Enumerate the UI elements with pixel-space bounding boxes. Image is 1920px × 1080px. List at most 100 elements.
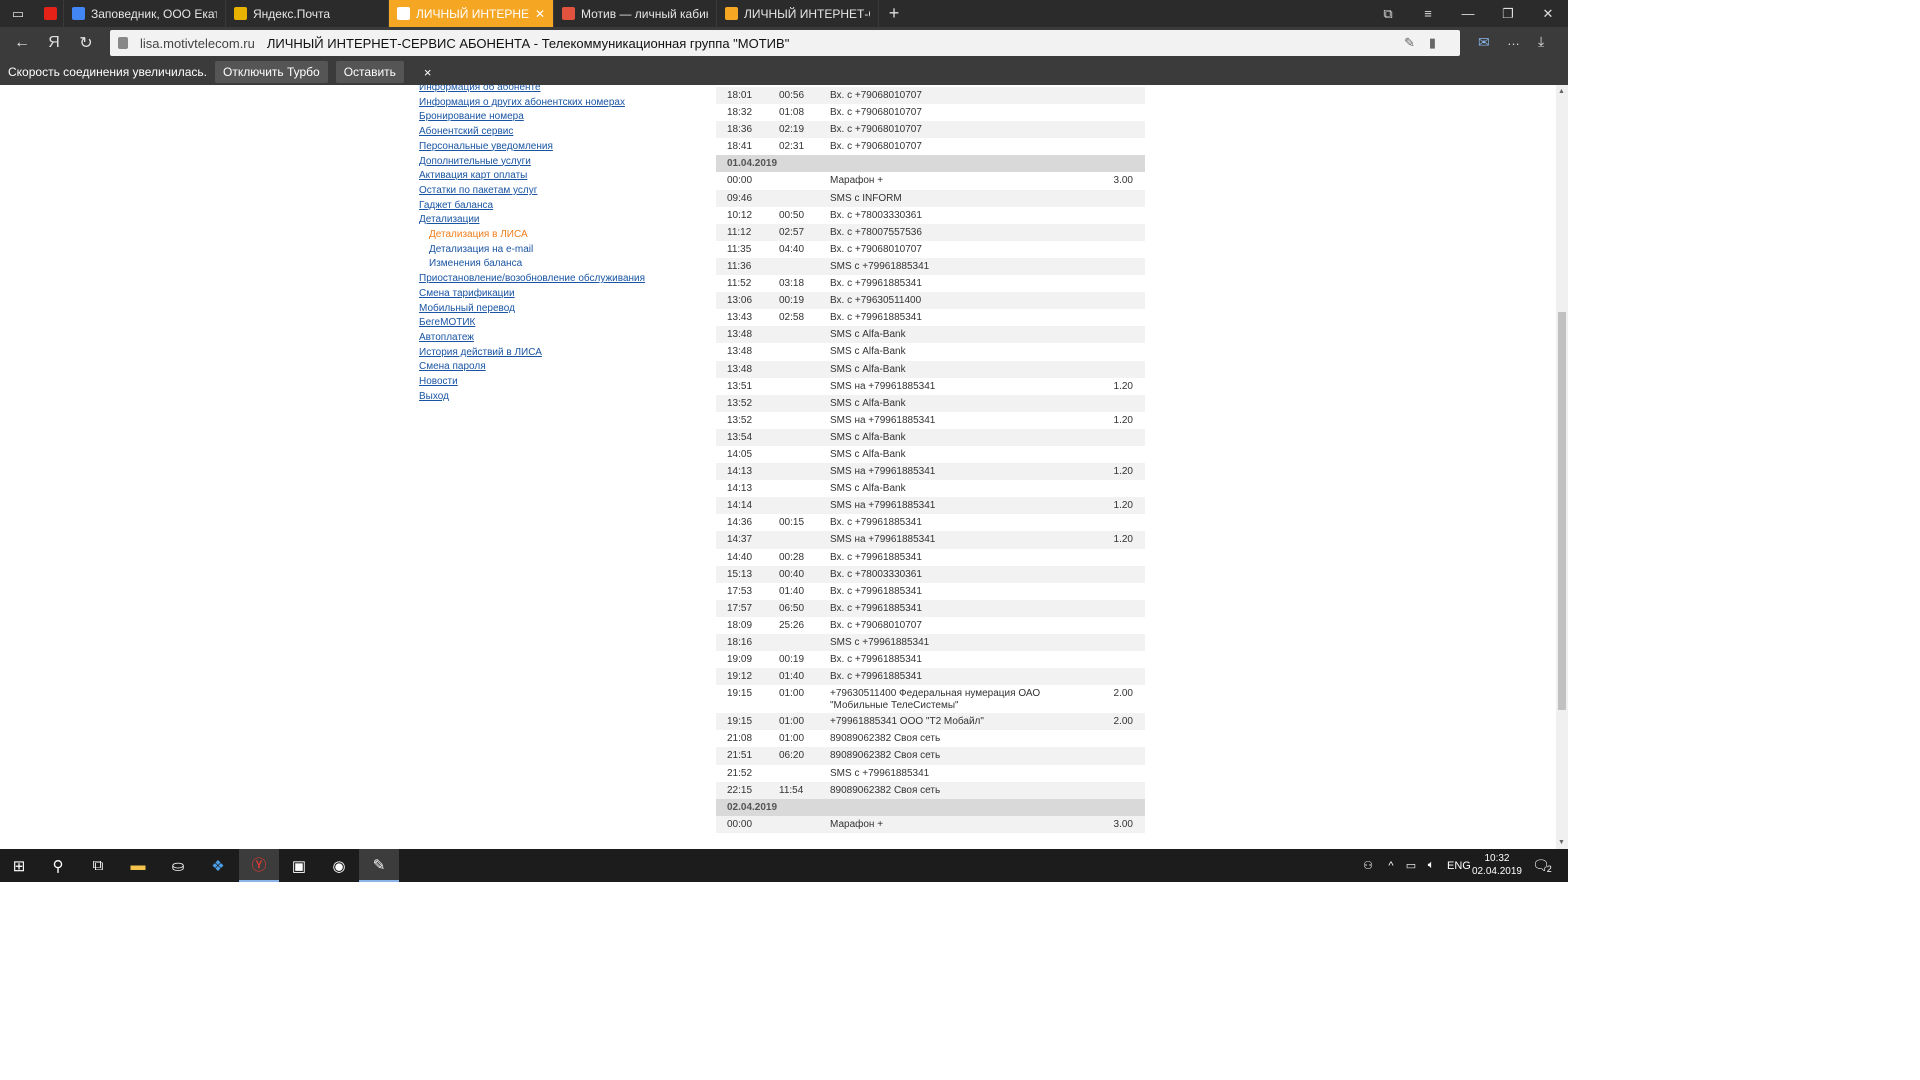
- menu-link[interactable]: Детализация на e-mail: [419, 243, 645, 258]
- tabs-panel-icon[interactable]: ▭: [0, 6, 36, 22]
- search-icon[interactable]: ⚲: [38, 849, 78, 882]
- taskbar: ⊞ ⚲ ⧉ ▬ ⛀ ❖ Ⓨ ▣ ◉ ✎ ⚇ ^ ▭ 🔈︎ ENG 10:32 0…: [0, 849, 1568, 882]
- menu-link[interactable]: Автоплатеж: [419, 331, 645, 346]
- lock-icon[interactable]: [118, 37, 128, 49]
- minimize-button[interactable]: —: [1448, 6, 1488, 21]
- cell-description: Вх. с +79961885341: [830, 585, 922, 597]
- cell-description: Марафон +: [830, 175, 884, 187]
- scroll-down-icon[interactable]: ▼: [1558, 839, 1565, 846]
- mail-icon: [234, 7, 247, 20]
- disable-turbo-button[interactable]: Отключить Турбо: [214, 61, 328, 83]
- cell-time: 21:08: [727, 733, 753, 745]
- clock[interactable]: 10:32 02.04.2019: [1472, 852, 1522, 878]
- dropbox-icon[interactable]: ❖: [198, 849, 238, 882]
- browser-tab[interactable]: ЛИЧНЫЙ ИНТЕРНЕТ-СЕРВ: [717, 0, 879, 27]
- people-icon[interactable]: ⚇: [1355, 859, 1381, 872]
- table-row: 14:05 SMS с Alfa-Bank: [716, 446, 1145, 463]
- cell-duration: 00:19: [779, 295, 805, 307]
- volume-icon[interactable]: 🔈︎: [1421, 859, 1441, 872]
- menu-link[interactable]: Детализация в ЛИСА: [419, 228, 645, 243]
- cell-time: 19:09: [727, 654, 753, 666]
- cell-description: Вх. с +79068010707: [830, 619, 922, 631]
- menu-link[interactable]: История действий в ЛИСА: [419, 346, 645, 361]
- cell-time: 14:05: [727, 448, 753, 460]
- menu-link[interactable]: Дополнительные услуги: [419, 155, 645, 170]
- url-field[interactable]: lisa.motivtelecom.ru ЛИЧНЫЙ ИНТЕРНЕТ-СЕР…: [110, 30, 1460, 56]
- mail-icon[interactable]: ✉: [1478, 34, 1490, 51]
- cell-time: 09:46: [727, 192, 753, 204]
- table-row: 17:53 01:40 Вх. с +79961885341: [716, 583, 1145, 600]
- yandex-browser-taskbar-icon[interactable]: Ⓨ: [239, 849, 279, 882]
- menu-link[interactable]: Приостановление/возобновление обслуживан…: [419, 272, 645, 287]
- tab-title: Заповедник, ООО Екатери: [91, 6, 217, 21]
- cell-time: 11:35: [727, 243, 752, 255]
- cell-description: Вх. с +78003330361: [830, 209, 922, 221]
- obs-icon[interactable]: ◉: [319, 849, 359, 882]
- store-icon[interactable]: ⛀: [158, 849, 198, 882]
- menu-link[interactable]: Смена пароля: [419, 360, 645, 375]
- table-row: 15:13 00:40 Вх. с +78003330361: [716, 565, 1145, 583]
- url-actions: ✎▮: [1404, 35, 1450, 51]
- restore-button[interactable]: ❐: [1488, 6, 1528, 22]
- menu-link[interactable]: Остатки по пакетам услуг: [419, 184, 645, 199]
- scrollbar-thumb[interactable]: [1558, 312, 1566, 710]
- task-view-icon[interactable]: ⧉: [78, 849, 118, 882]
- downloads-icon[interactable]: ⤓: [1538, 33, 1544, 50]
- menu-link[interactable]: БегеМОТИК: [419, 316, 645, 331]
- menu-link[interactable]: Мобильный перевод: [419, 302, 645, 317]
- menu-link[interactable]: Изменения баланса: [419, 257, 645, 272]
- tab-title: ЛИЧНЫЙ ИНТЕРНЕТ-СЕ: [416, 6, 529, 21]
- browser-tab[interactable]: Мотив — личный кабинет: [554, 0, 717, 27]
- network-icon[interactable]: ▭: [1401, 859, 1421, 872]
- cell-time: 14:13: [727, 466, 753, 478]
- bookmark-icon[interactable]: ▮: [1429, 35, 1450, 50]
- cell-time: 17:53: [727, 585, 753, 597]
- yandex-icon[interactable]: Я: [38, 34, 70, 52]
- back-icon[interactable]: ←: [6, 34, 38, 52]
- notifications-icon[interactable]: 🗨︎ 2: [1532, 849, 1552, 882]
- menu-link[interactable]: Новости: [419, 375, 645, 390]
- cell-duration: 01:00: [779, 733, 805, 745]
- more-icon[interactable]: …: [1507, 33, 1520, 48]
- browser-tab[interactable]: Заповедник, ООО Екатери: [64, 0, 226, 27]
- menu-link[interactable]: Выход: [419, 390, 645, 405]
- cell-description: Вх. с +79961885341: [830, 671, 922, 683]
- cell-time: 13:52: [727, 397, 753, 409]
- browser-tab[interactable]: ЛИЧНЫЙ ИНТЕРНЕТ-СЕ ✕: [389, 0, 554, 27]
- motiv-icon: [397, 7, 410, 20]
- file-explorer-icon[interactable]: ▬: [118, 849, 158, 882]
- cell-time: 10:12: [727, 209, 753, 221]
- bookmarks-icon[interactable]: ⧉: [1368, 6, 1408, 22]
- cell-time: 18:32: [727, 107, 753, 119]
- paint-icon[interactable]: ✎: [359, 849, 399, 882]
- menu-link[interactable]: Персональные уведомления: [419, 140, 645, 155]
- menu-link[interactable]: Абонентский сервис: [419, 125, 645, 140]
- close-turbo-icon[interactable]: ×: [424, 65, 432, 80]
- menu-link[interactable]: Детализации: [419, 213, 645, 228]
- menu-link[interactable]: Гаджет баланса: [419, 199, 645, 214]
- cell-description: SMS с Alfa-Bank: [830, 363, 906, 375]
- menu-link[interactable]: Информация о других абонентских номерах: [419, 96, 645, 111]
- menu-link[interactable]: Активация карт оплаты: [419, 169, 645, 184]
- new-tab-button[interactable]: +: [879, 3, 909, 24]
- app-icon-1[interactable]: ▣: [279, 849, 319, 882]
- windows-start-icon[interactable]: ⊞: [0, 849, 38, 882]
- menu-link[interactable]: Бронирование номера: [419, 110, 645, 125]
- close-tab-icon[interactable]: ✕: [535, 7, 545, 21]
- reload-icon[interactable]: ↻: [70, 33, 102, 53]
- menu-link[interactable]: Смена тарификации: [419, 287, 645, 302]
- cell-description: SMS с Alfa-Bank: [830, 397, 906, 409]
- keep-turbo-button[interactable]: Оставить: [335, 61, 404, 83]
- language-indicator[interactable]: ENG: [1447, 860, 1471, 872]
- tray-icons: ⚇ ^ ▭ 🔈︎ ENG: [1355, 849, 1471, 882]
- menu-icon[interactable]: ≡: [1408, 6, 1448, 21]
- menu-link[interactable]: Информация об абоненте: [419, 85, 645, 96]
- browser-tab[interactable]: Яндекс.Почта: [226, 0, 389, 27]
- protect-icon[interactable]: ✎: [1404, 35, 1429, 50]
- browser-tab[interactable]: [36, 0, 64, 27]
- scrollbar[interactable]: ▲ ▼: [1556, 85, 1568, 849]
- scroll-up-icon[interactable]: ▲: [1558, 88, 1565, 95]
- close-window-button[interactable]: ✕: [1528, 6, 1568, 22]
- show-hidden-icon[interactable]: ^: [1381, 860, 1401, 872]
- clock-time: 10:32: [1484, 853, 1510, 864]
